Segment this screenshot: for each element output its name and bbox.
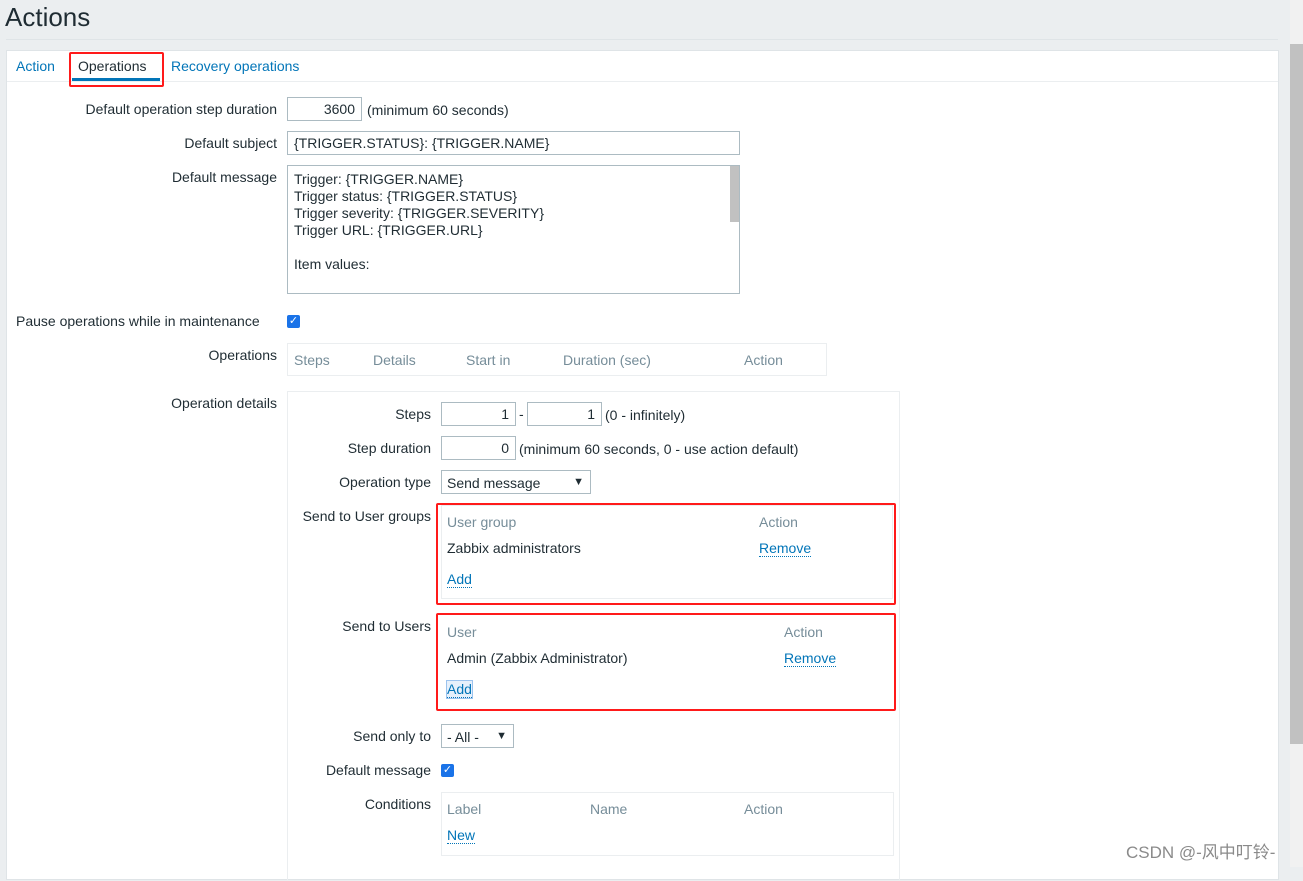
groups-label: Send to User groups xyxy=(302,508,431,524)
highlight-box xyxy=(69,52,164,87)
steps-hint: (0 - infinitely) xyxy=(605,407,686,423)
defmsg-label: Default message xyxy=(325,762,431,778)
step-duration-hint: (minimum 60 seconds) xyxy=(367,102,509,118)
optype-label: Operation type xyxy=(339,474,431,490)
subject-label: Default subject xyxy=(184,135,277,151)
col-action: Action xyxy=(744,352,783,368)
duration-hint: (minimum 60 seconds, 0 - use action defa… xyxy=(519,441,799,457)
message-textarea[interactable]: Trigger: {TRIGGER.NAME} Trigger status: … xyxy=(287,165,740,294)
col-steps: Steps xyxy=(294,352,330,368)
col-name: Name xyxy=(590,801,628,817)
operations-label: Operations xyxy=(208,347,277,363)
chevron-down-icon: ▼ xyxy=(496,730,507,742)
sendonly-value: - All - xyxy=(447,729,479,745)
optype-select[interactable]: Send message ▼ xyxy=(441,470,591,494)
tab-bar: Action Operations Recovery operations xyxy=(7,51,1278,82)
divider xyxy=(6,39,1278,40)
col-action: Action xyxy=(744,801,783,817)
duration-input[interactable]: 0 xyxy=(441,436,516,460)
watermark: CSDN @-风中叮铃- xyxy=(1126,843,1276,862)
pause-checkbox[interactable]: ✓ xyxy=(287,315,300,328)
steps-from-input[interactable]: 1 xyxy=(441,402,516,426)
step-duration-label: Default operation step duration xyxy=(85,101,277,117)
highlight-box xyxy=(436,613,896,711)
col-label: Label xyxy=(447,801,482,817)
steps-label: Steps xyxy=(395,406,431,422)
step-duration-input[interactable]: 3600 xyxy=(287,97,362,121)
col-start-in: Start in xyxy=(466,352,511,368)
col-duration: Duration (sec) xyxy=(563,352,651,368)
new-condition-link[interactable]: New xyxy=(447,827,476,844)
operations-table: Steps Details Start in Duration (sec) Ac… xyxy=(287,343,827,376)
steps-separator: - xyxy=(519,406,524,422)
sendonly-label: Send only to xyxy=(353,728,431,744)
conditions-label: Conditions xyxy=(364,796,431,812)
col-details: Details xyxy=(373,352,416,368)
defmsg-checkbox[interactable]: ✓ xyxy=(441,764,454,777)
sendonly-select[interactable]: - All - ▼ xyxy=(441,724,514,748)
optype-value: Send message xyxy=(447,475,541,491)
page-scrollbar-thumb[interactable] xyxy=(1290,44,1303,744)
message-label: Default message xyxy=(171,169,277,185)
steps-to-input[interactable]: 1 xyxy=(527,402,602,426)
subject-input[interactable]: {TRIGGER.STATUS}: {TRIGGER.NAME} xyxy=(287,131,740,155)
tab-recovery-operations[interactable]: Recovery operations xyxy=(171,58,299,74)
textarea-scrollbar[interactable] xyxy=(730,166,739,222)
highlight-box xyxy=(436,503,896,605)
pause-label: Pause operations while in maintenance xyxy=(16,313,260,329)
users-label: Send to Users xyxy=(342,618,431,634)
page-title: Actions xyxy=(5,2,91,32)
duration-label: Step duration xyxy=(347,440,431,456)
tab-action[interactable]: Action xyxy=(16,58,55,74)
conditions-table: Label Name Action New xyxy=(441,792,894,856)
details-label: Operation details xyxy=(171,395,277,411)
chevron-down-icon: ▼ xyxy=(573,476,584,488)
